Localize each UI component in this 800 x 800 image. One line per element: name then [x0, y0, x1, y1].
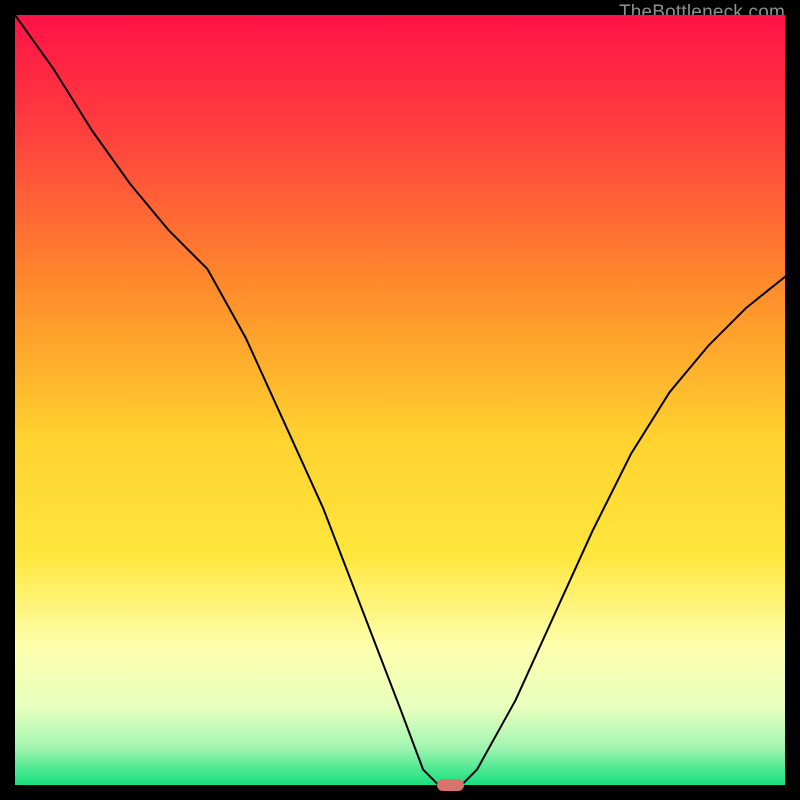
chart-frame: TheBottleneck.com [0, 0, 800, 800]
plot-area [15, 15, 785, 785]
optimal-marker [437, 779, 464, 791]
bottleneck-curve [15, 15, 785, 785]
